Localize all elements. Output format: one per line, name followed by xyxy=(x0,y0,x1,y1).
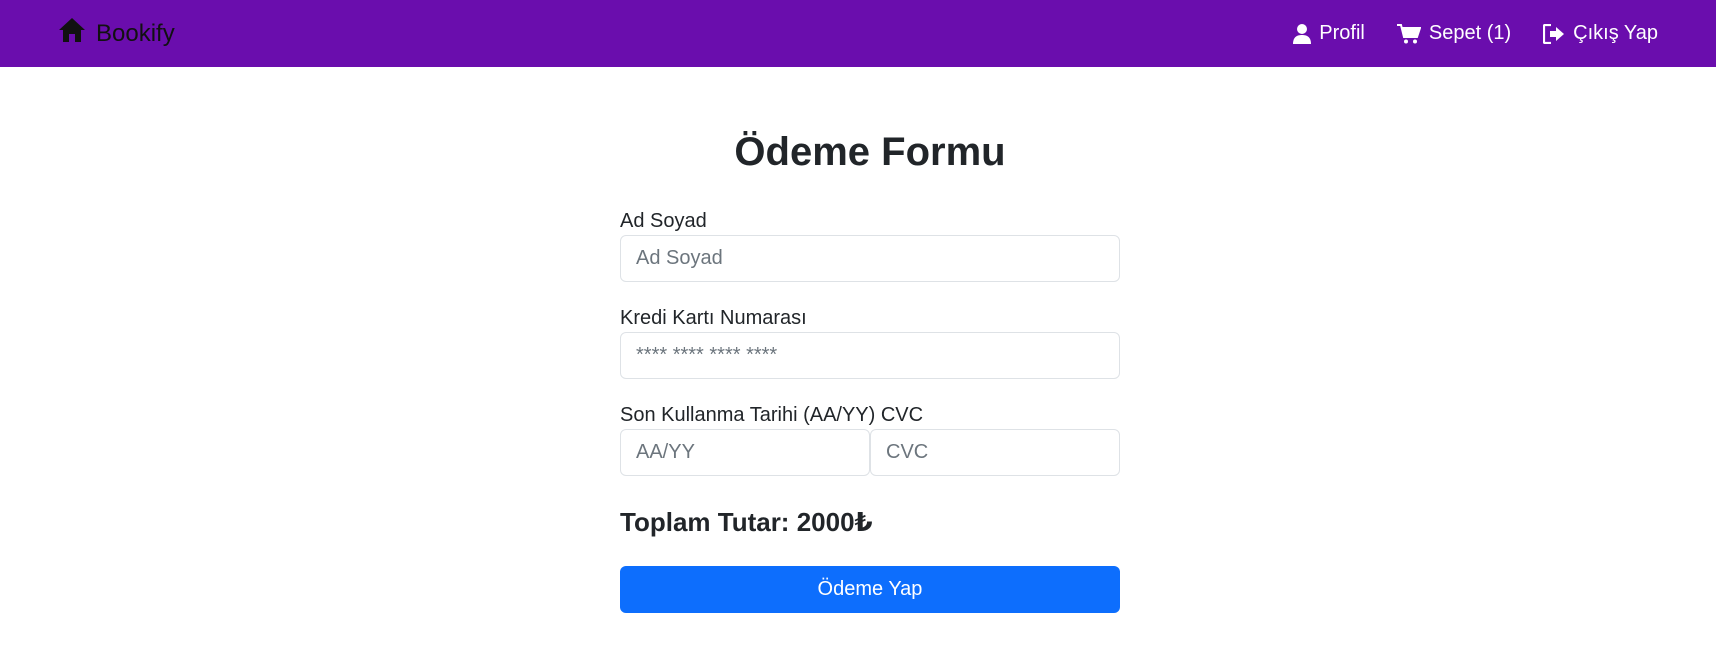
nav-logout-link[interactable]: Çıkış Yap xyxy=(1543,22,1658,45)
page-title: Ödeme Formu xyxy=(734,130,1006,174)
nav-profile-label: Profil xyxy=(1319,22,1365,44)
logout-icon xyxy=(1543,23,1565,44)
user-icon xyxy=(1293,23,1312,44)
name-label: Ad Soyad xyxy=(620,210,707,232)
name-input[interactable] xyxy=(620,235,1120,282)
nav-profile-link[interactable]: Profil xyxy=(1293,22,1365,45)
nav-cart-link[interactable]: Sepet (1) xyxy=(1396,22,1512,45)
nav-links: Profil Sepet (1) Çıkış Yap xyxy=(1293,0,1658,67)
nav-logout-label: Çıkış Yap xyxy=(1573,22,1658,44)
cart-icon xyxy=(1396,23,1421,44)
pay-button[interactable]: Ödeme Yap xyxy=(620,566,1120,613)
navbar: Bookify Profil Sepet (1) Çıkış Yap xyxy=(0,0,1716,67)
cvc-input[interactable] xyxy=(870,429,1120,476)
brand-link[interactable]: Bookify xyxy=(58,0,175,67)
nav-cart-label: Sepet (1) xyxy=(1428,22,1512,44)
expiry-cvc-label: Son Kullanma Tarihi (AA/YY) CVC xyxy=(620,404,924,426)
card-number-label: Kredi Kartı Numarası xyxy=(620,307,807,329)
home-icon xyxy=(58,17,96,50)
brand-name: Bookify xyxy=(96,19,175,47)
card-number-input[interactable] xyxy=(620,332,1120,379)
expiry-input[interactable] xyxy=(620,429,870,476)
total-amount: Toplam Tutar: 2000₺ xyxy=(620,507,873,537)
